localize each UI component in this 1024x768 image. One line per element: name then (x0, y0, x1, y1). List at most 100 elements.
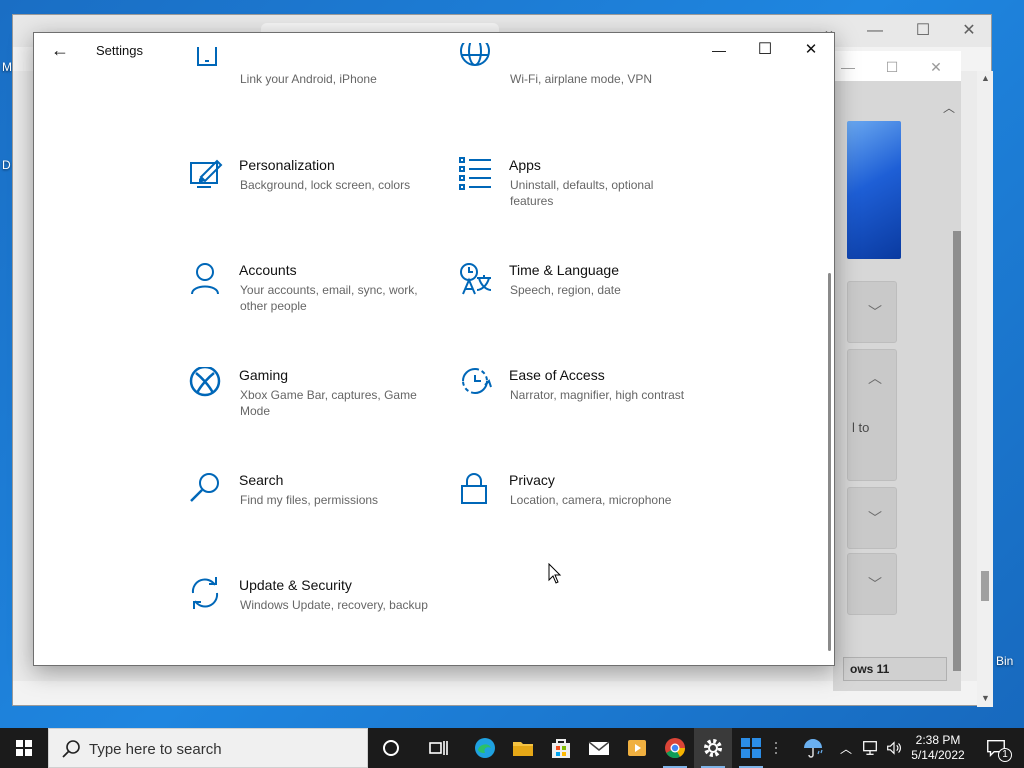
bg-minimize-icon[interactable]: — (855, 19, 895, 43)
chevron-down-icon: ﹀ (868, 304, 882, 320)
umbrella-rain-icon (804, 739, 823, 758)
taskbar-window-buttons (766, 728, 786, 768)
xbox-icon (189, 367, 225, 403)
media-player-icon (628, 740, 646, 756)
settings-item-title: Personalization (239, 157, 335, 173)
close-button[interactable]: ✕ (788, 35, 834, 65)
settings-item-desc: Uninstall, defaults, optional features (510, 178, 654, 208)
settings-item-title: Apps (509, 157, 541, 173)
bg-maximize-icon[interactable]: ☐ (903, 19, 943, 43)
taskbar-media-app[interactable] (618, 728, 656, 768)
search-icon (62, 740, 80, 758)
folder-icon (513, 742, 533, 756)
clock[interactable]: 2:38 PM 5/14/2022 (908, 728, 968, 768)
ease-of-access-icon (459, 367, 495, 403)
back-arrow-icon[interactable]: ← (48, 39, 72, 61)
expanded-card[interactable]: ︿ l to (847, 349, 897, 481)
taskbar-edge[interactable] (466, 728, 504, 768)
cortana-icon (383, 740, 399, 756)
windows-wallpaper-image (847, 121, 901, 259)
windows-11-button[interactable]: ows 11 (843, 657, 947, 681)
chevron-down-icon: ﹀ (868, 576, 882, 592)
inner-page-panel: — ☐ ✕ ︿ ﹀ ︿ l to ﹀ ﹀ ows 11 (833, 51, 961, 691)
mouse-pointer-icon (548, 563, 562, 584)
taskbar-windows-app[interactable] (732, 728, 770, 768)
volume-button[interactable] (882, 728, 906, 768)
personalization-icon (189, 157, 225, 193)
settings-item-desc: Xbox Game Bar, captures, Game Mode (240, 388, 417, 418)
inner-scrollbar[interactable] (951, 111, 961, 671)
search-placeholder: Type here to search (89, 741, 222, 758)
inner-titlebar: — ☐ ✕ (833, 51, 961, 81)
network-button[interactable] (858, 728, 882, 768)
settings-item-desc: Find my files, permissions (240, 493, 379, 507)
page-scrollbar[interactable]: ▲ ▼ (977, 71, 993, 707)
windows-logo-icon (16, 740, 32, 756)
windows-app-icon (741, 738, 761, 758)
window-title: Settings (96, 43, 143, 58)
bg-close-icon[interactable]: ✕ (949, 19, 989, 43)
page-scrollbar-thumb[interactable] (981, 571, 989, 601)
desktop-icon-label[interactable]: D (2, 158, 11, 172)
settings-item-title: Privacy (509, 472, 555, 488)
settings-item-desc: Your accounts, email, sync, work, other … (240, 283, 418, 313)
inner-minimize-icon[interactable]: — (833, 57, 863, 77)
taskbar-settings[interactable] (694, 728, 732, 768)
collapsed-card[interactable]: ﹀ (847, 281, 897, 343)
scroll-down-arrow-icon[interactable]: ▼ (981, 693, 990, 703)
weather-button[interactable] (794, 728, 832, 768)
time-language-icon (459, 262, 495, 298)
store-icon (552, 739, 570, 758)
notification-count-badge: 1 (998, 748, 1012, 762)
clock-time: 2:38 PM (915, 733, 961, 747)
cortana-button[interactable] (372, 728, 410, 768)
settings-window[interactable]: ← Settings — ☐ ✕ Link your Android, iPho… (33, 32, 835, 666)
desktop-icon-label[interactable]: M (2, 60, 12, 74)
recycle-bin-label[interactable]: Bin (996, 654, 1013, 668)
taskbar-mail[interactable] (580, 728, 618, 768)
apps-icon (459, 157, 495, 193)
settings-item-desc: Link your Android, iPhone (240, 72, 377, 86)
settings-item-title: Gaming (239, 367, 289, 383)
phone-icon (189, 43, 225, 79)
chrome-icon (665, 738, 686, 759)
notification-center-button[interactable]: 1 (978, 728, 1014, 768)
settings-item-title: Search (239, 472, 284, 488)
show-hidden-icons-button[interactable]: ︿ (836, 728, 856, 768)
task-view-button[interactable] (420, 728, 458, 768)
settings-scrollbar[interactable] (828, 273, 831, 651)
clock-date: 5/14/2022 (911, 748, 965, 762)
minimize-button[interactable]: — (696, 35, 742, 65)
chevron-down-icon: ﹀ (868, 510, 882, 526)
settings-item-desc: Background, lock screen, colors (240, 178, 411, 192)
chevron-up-icon: ︿ (868, 370, 882, 386)
chevron-up-icon: ︿ (839, 741, 852, 756)
settings-item-desc: Narrator, magnifier, high contrast (510, 388, 685, 402)
taskbar-search-box[interactable]: Type here to search (48, 728, 368, 768)
taskbar-chrome[interactable] (656, 728, 694, 768)
inner-maximize-icon[interactable]: ☐ (877, 57, 907, 77)
settings-titlebar: ← Settings — ☐ ✕ (34, 33, 834, 67)
task-view-icon (429, 741, 448, 755)
speaker-icon (887, 741, 901, 755)
vertical-dots-icon (775, 742, 777, 754)
network-icon (863, 741, 877, 755)
lock-icon (459, 472, 495, 508)
edge-icon (475, 738, 495, 758)
collapsed-card[interactable]: ﹀ (847, 553, 897, 615)
card-partial-text: l to (852, 420, 870, 435)
start-button[interactable] (0, 728, 48, 768)
inner-close-icon[interactable]: ✕ (921, 57, 951, 77)
settings-item-desc: Speech, region, date (510, 283, 621, 297)
taskbar-store[interactable] (542, 728, 580, 768)
gear-icon (704, 739, 722, 757)
maximize-button[interactable]: ☐ (742, 35, 788, 65)
settings-item-desc: Wi-Fi, airplane mode, VPN (510, 72, 653, 86)
collapsed-card[interactable]: ﹀ (847, 487, 897, 549)
scroll-up-arrow-icon[interactable]: ▲ (981, 73, 990, 83)
taskbar-file-explorer[interactable] (504, 728, 542, 768)
inner-scrollbar-thumb[interactable] (953, 231, 961, 671)
person-icon (189, 262, 225, 298)
settings-item-title: Accounts (239, 262, 297, 278)
settings-item-desc: Location, camera, microphone (510, 493, 672, 507)
